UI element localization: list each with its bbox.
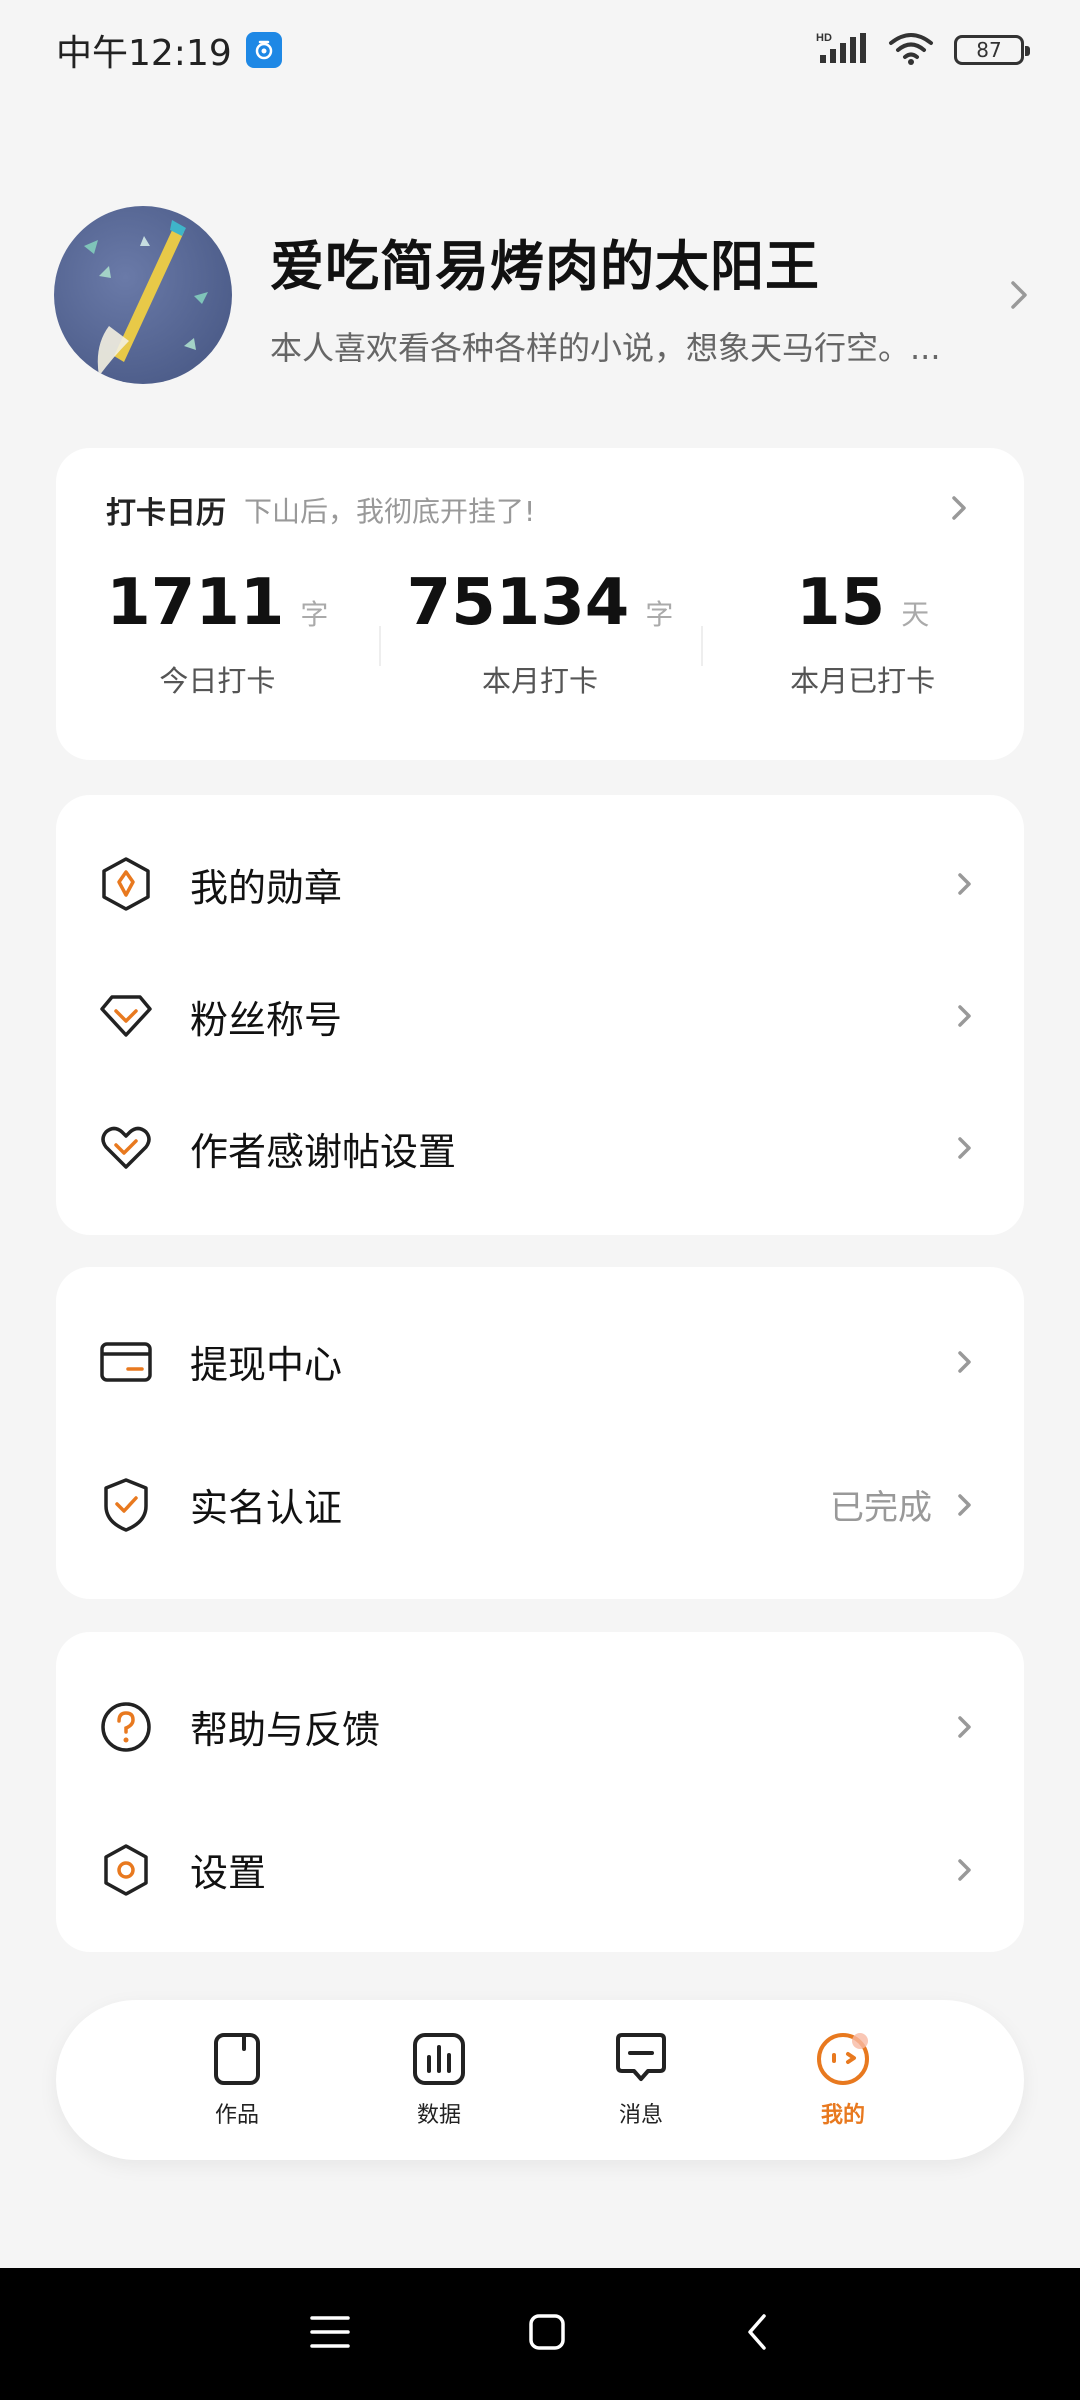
help-icon [96, 1697, 156, 1757]
status-left: 中午12:19 [56, 24, 282, 76]
bottom-nav: 作品 数据 消息 我的 [56, 2000, 1024, 2160]
stat-today: 1711 字 今日打卡 [56, 566, 379, 700]
menu-item-medals[interactable]: 我的勋章 [56, 818, 1024, 950]
message-icon [612, 2031, 670, 2091]
medal-icon [96, 854, 156, 914]
menu-icon[interactable] [308, 2312, 352, 2356]
stat-label: 本月打卡 [482, 664, 599, 698]
menu-item-label: 粉丝称号 [190, 997, 343, 1042]
stat-unit: 字 [300, 598, 329, 631]
menu-item-value: 已完成 [830, 1488, 932, 1528]
chevron-right-icon [950, 869, 980, 899]
status-time: 中午12:19 [56, 33, 232, 74]
chevron-right-icon [1004, 275, 1034, 319]
works-icon [211, 2031, 263, 2091]
wallet-icon [96, 1332, 156, 1392]
menu-item-withdraw[interactable]: 提现中心 [56, 1290, 1024, 1433]
me-icon [814, 2031, 872, 2091]
nav-data[interactable]: 数据 [384, 2031, 494, 2129]
diamond-icon [96, 986, 156, 1046]
menu-item-label: 实名认证 [190, 1486, 343, 1530]
back-icon[interactable] [742, 2312, 772, 2356]
data-chart-icon [411, 2031, 467, 2091]
menu-item-settings[interactable]: 设置 [56, 1798, 1024, 1941]
nav-me[interactable]: 我的 [788, 2031, 898, 2129]
stat-label: 今日打卡 [159, 664, 276, 698]
menu-item-label: 提现中心 [190, 1343, 343, 1387]
nav-label: 我的 [820, 2103, 865, 2128]
stat-label: 本月已打卡 [790, 664, 936, 698]
menu-group-account: 提现中心 实名认证 已完成 [56, 1267, 1024, 1599]
app-notification-icon [245, 32, 282, 68]
nav-label: 数据 [416, 2103, 461, 2128]
wifi-icon [888, 31, 934, 69]
home-icon[interactable] [527, 2312, 567, 2356]
stat-value: 1711 [106, 566, 285, 640]
heart-icon [96, 1118, 156, 1178]
nav-messages[interactable]: 消息 [586, 2031, 696, 2129]
chevron-right-icon [950, 1347, 980, 1377]
shield-check-icon [96, 1475, 156, 1535]
status-right: HD 87 [816, 31, 1030, 69]
stat-days: 15 天 本月已打卡 [701, 566, 1024, 700]
menu-item-thanks-post[interactable]: 作者感谢帖设置 [56, 1082, 1024, 1214]
chevron-right-icon [944, 491, 974, 529]
menu-item-help[interactable]: 帮助与反馈 [56, 1655, 1024, 1798]
menu-item-label: 帮助与反馈 [190, 1708, 381, 1752]
status-bar: 中午12:19 HD 87 [0, 0, 1080, 100]
system-navigation-bar [0, 2268, 1080, 2400]
checkin-header[interactable]: 打卡日历 下山后，我彻底开挂了! [56, 448, 1024, 532]
stat-unit: 字 [645, 598, 674, 631]
network-type-label: HD [816, 32, 832, 44]
battery-indicator: 87 [954, 35, 1030, 65]
chevron-right-icon [950, 1712, 980, 1742]
checkin-subtitle: 下山后，我彻底开挂了! [244, 495, 536, 528]
chevron-right-icon [950, 1001, 980, 1031]
nav-label: 作品 [214, 2103, 259, 2128]
chevron-right-icon [950, 1855, 980, 1885]
avatar-sword-icon [84, 220, 208, 376]
stat-month: 75134 字 本月打卡 [378, 566, 702, 700]
stat-unit: 天 [901, 598, 930, 631]
menu-group-support: 帮助与反馈 设置 [56, 1632, 1024, 1952]
chevron-right-icon [950, 1490, 980, 1520]
avatar[interactable] [54, 206, 232, 384]
checkin-stats: 1711 字 今日打卡 75134 字 本月打卡 15 天 本月已打卡 [56, 566, 1024, 700]
menu-group-honors: 我的勋章 粉丝称号 作者感谢帖设置 [56, 795, 1024, 1235]
signal-icon: HD [816, 31, 868, 69]
profile-name: 爱吃简易烤肉的太阳王 [270, 234, 820, 298]
profile-header[interactable]: 爱吃简易烤肉的太阳王 本人喜欢看各种各样的小说，想象天马行空。... [54, 205, 1034, 385]
stat-value: 75134 [406, 566, 630, 640]
menu-item-fan-title[interactable]: 粉丝称号 [56, 950, 1024, 1082]
checkin-card[interactable]: 打卡日历 下山后，我彻底开挂了! 1711 字 今日打卡 75134 字 本月打… [56, 448, 1024, 760]
menu-item-label: 作者感谢帖设置 [190, 1129, 457, 1174]
checkin-title: 打卡日历 [106, 496, 226, 531]
settings-icon [96, 1840, 156, 1900]
chevron-right-icon [950, 1133, 980, 1163]
menu-item-real-name[interactable]: 实名认证 已完成 [56, 1433, 1024, 1576]
stat-value: 15 [796, 566, 886, 640]
profile-text: 爱吃简易烤肉的太阳王 本人喜欢看各种各样的小说，想象天马行空。... [270, 222, 1034, 369]
nav-works[interactable]: 作品 [182, 2031, 292, 2129]
menu-item-label: 我的勋章 [190, 865, 343, 910]
battery-level: 87 [976, 38, 1002, 62]
menu-item-label: 设置 [190, 1851, 267, 1895]
nav-label: 消息 [618, 2103, 663, 2128]
profile-bio: 本人喜欢看各种各样的小说，想象天马行空。... [270, 328, 941, 367]
